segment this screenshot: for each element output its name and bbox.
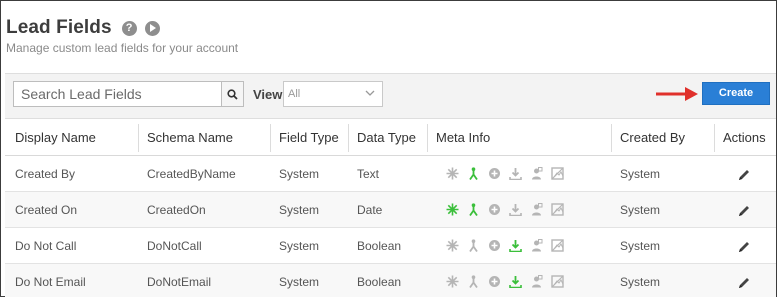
column-divider: [611, 124, 612, 152]
star-meta-icon: [446, 203, 459, 216]
plus-meta-icon: [489, 168, 500, 179]
column-header-field-type[interactable]: Field Type: [279, 120, 339, 155]
column-header-data-type[interactable]: Data Type: [357, 120, 416, 155]
data-type-cell: Text: [357, 166, 380, 181]
created-by-cell: System: [620, 202, 661, 217]
plus-meta-icon: [489, 240, 500, 251]
column-header-schema-name[interactable]: Schema Name: [147, 120, 233, 155]
meta-info-icons: [446, 264, 564, 297]
display-name-cell: Created By: [15, 166, 76, 181]
plus-meta-icon: [489, 204, 500, 215]
meta-info-icons: [446, 228, 564, 263]
star-meta-icon: [446, 239, 459, 252]
edit-pencil-icon[interactable]: [737, 240, 751, 254]
edit-pencil-icon[interactable]: [737, 276, 751, 290]
search-icon[interactable]: [221, 82, 243, 106]
column-divider: [348, 124, 349, 152]
schema-name-cell: DoNotEmail: [147, 274, 212, 289]
user-meta-icon: [532, 239, 543, 252]
schema-name-cell: CreatedByName: [147, 166, 236, 181]
image-meta-icon: [551, 239, 564, 252]
user-meta-icon: [532, 167, 543, 180]
schema-name-cell: DoNotCall: [147, 238, 202, 253]
data-type-cell: Boolean: [357, 238, 402, 253]
person-meta-icon: [469, 167, 478, 180]
view-select[interactable]: All: [283, 81, 383, 107]
person-meta-icon: [469, 239, 478, 252]
person-meta-icon: [469, 203, 478, 216]
user-meta-icon: [532, 275, 543, 288]
column-header-created-by[interactable]: Created By: [620, 120, 685, 155]
title-row: Lead Fields ?: [6, 16, 160, 40]
view-label: View: [253, 87, 283, 102]
schema-name-cell: CreatedOn: [147, 202, 206, 217]
created-by-cell: System: [620, 274, 661, 289]
data-type-cell: Date: [357, 202, 383, 217]
red-arrow-icon: [656, 87, 698, 101]
image-meta-icon: [551, 203, 564, 216]
page-subtitle: Manage custom lead fields for your accou…: [6, 41, 239, 55]
column-header-actions: Actions: [723, 130, 766, 145]
created-by-cell: System: [620, 238, 661, 253]
download-meta-icon: [509, 204, 522, 216]
person-meta-icon: [469, 275, 478, 288]
display-name-cell: Do Not Email: [15, 274, 86, 289]
create-button[interactable]: Create: [702, 82, 770, 105]
display-name-cell: Created On: [15, 202, 78, 217]
meta-info-icons: [446, 156, 564, 191]
field-type-cell: System: [279, 202, 320, 217]
field-type-cell: System: [279, 166, 320, 181]
display-name-cell: Do Not Call: [15, 238, 77, 253]
field-type-cell: System: [279, 238, 320, 253]
lead-fields-panel: Lead Fields ? Manage custom lead fields …: [0, 0, 777, 297]
plus-meta-icon: [489, 276, 500, 287]
image-meta-icon: [551, 167, 564, 180]
field-type-cell: System: [279, 274, 320, 289]
help-icon[interactable]: ?: [121, 20, 137, 36]
play-video-icon[interactable]: [144, 20, 160, 36]
created-by-cell: System: [620, 166, 661, 181]
column-header-display-name[interactable]: Display Name: [15, 120, 96, 155]
star-meta-icon: [446, 167, 459, 180]
page-title: Lead Fields: [6, 17, 112, 38]
search-box: [13, 81, 244, 107]
download-meta-icon: [509, 240, 522, 252]
chevron-down-icon: [365, 90, 375, 96]
table-row[interactable]: Do Not Email DoNotEmail System Boolean S…: [5, 264, 776, 297]
download-meta-icon: [509, 276, 522, 288]
table-row[interactable]: Created By CreatedByName System Text Sys…: [5, 156, 776, 192]
search-input[interactable]: [14, 82, 221, 106]
edit-pencil-icon[interactable]: [737, 168, 751, 182]
edit-pencil-icon[interactable]: [737, 204, 751, 218]
table-row[interactable]: Created On CreatedOn System Date System: [5, 192, 776, 228]
view-select-value: All: [288, 88, 301, 100]
star-meta-icon: [446, 275, 459, 288]
table-row[interactable]: Do Not Call DoNotCall System Boolean Sys…: [5, 228, 776, 264]
column-divider: [270, 124, 271, 152]
meta-info-icons: [446, 192, 564, 227]
column-header-meta-info: Meta Info: [436, 130, 491, 145]
column-divider: [714, 124, 715, 152]
column-divider: [427, 124, 428, 152]
user-meta-icon: [532, 203, 543, 216]
download-meta-icon: [509, 168, 522, 180]
column-divider: [138, 124, 139, 152]
table-header: Display Name Schema Name Field Type Data…: [5, 120, 776, 156]
data-type-cell: Boolean: [357, 274, 402, 289]
image-meta-icon: [551, 275, 564, 288]
